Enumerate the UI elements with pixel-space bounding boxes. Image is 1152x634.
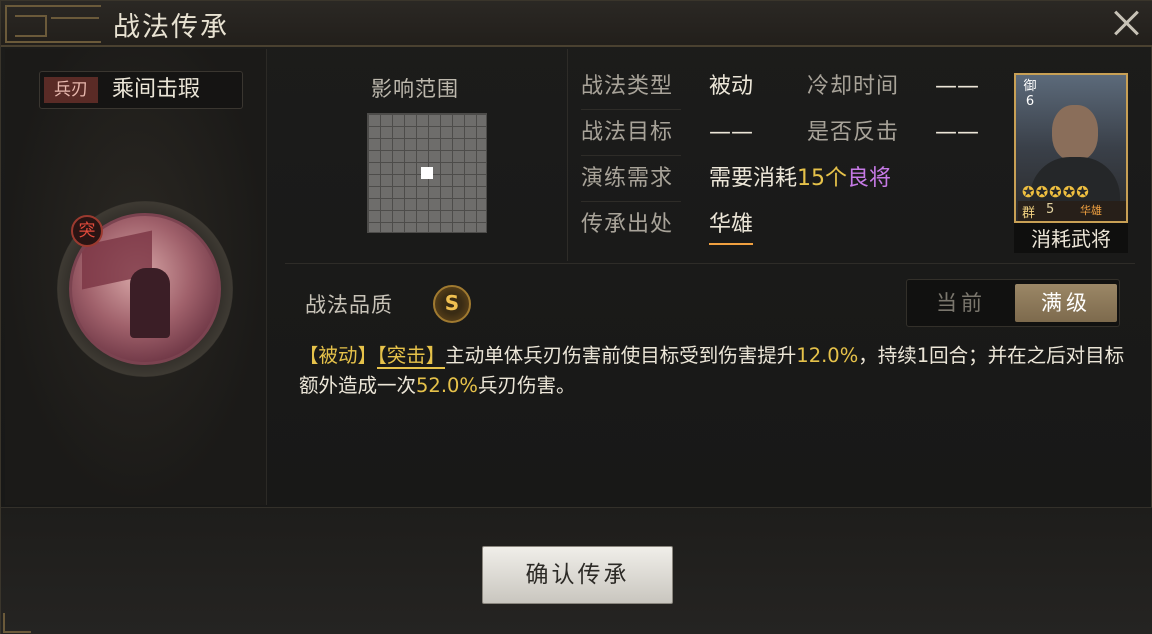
general-name: 华雄 <box>1080 204 1102 217</box>
counter-label: 是否反击 <box>807 120 900 145</box>
corner-ornament-icon <box>3 613 31 633</box>
desc-text: 兵刃伤害。 <box>477 374 576 397</box>
level-toggle: 当前 满级 <box>906 279 1120 327</box>
skill-panel: 兵刃 乘间击瑕 突 <box>5 49 267 505</box>
range-center-cell <box>421 167 433 179</box>
range-title: 影响范围 <box>371 77 459 101</box>
section-divider <box>285 263 1135 264</box>
general-card[interactable]: 御6 ✪✪✪✪✪ 群 5 华雄 消耗武将 <box>1014 73 1128 253</box>
row-divider <box>581 155 681 156</box>
info-row-train: 演练需求 需要消耗15个良将 <box>581 161 1011 197</box>
tab-max-level[interactable]: 满级 <box>1015 284 1117 322</box>
warrior-silhouette-icon <box>130 268 170 338</box>
general-face <box>1052 105 1098 161</box>
divider <box>567 49 568 261</box>
desc-text: 主动单体兵刃伤害前使目标受到伤害提升 <box>445 344 797 367</box>
quality-label: 战法品质 <box>305 293 393 317</box>
type-value: 被动 <box>709 74 754 99</box>
info-row-source: 传承出处 华雄 <box>581 207 1011 245</box>
general-cost: 御6 <box>1023 79 1037 109</box>
cooldown-value: —— <box>935 74 979 99</box>
train-prefix: 需要消耗 <box>709 166 798 191</box>
inherit-dialog: 战法传承 兵刃 乘间击瑕 突 影响范围 战法类型 被动 冷却时间 —— 战法目标… <box>0 0 1152 634</box>
row-divider <box>581 201 681 202</box>
general-caption: 消耗武将 <box>1031 227 1111 251</box>
general-portrait: 御6 ✪✪✪✪✪ 群 5 华雄 <box>1014 73 1128 223</box>
cooldown-label: 冷却时间 <box>807 74 900 99</box>
skill-description: 【被动】【突击】主动单体兵刃伤害前使目标受到伤害提升12.0%，持续1回合；并在… <box>299 341 1135 401</box>
skill-category-badge: 突 <box>71 215 103 247</box>
skill-details: 影响范围 战法类型 被动 冷却时间 —— 战法目标 —— 是否反击 —— 演练需… <box>269 49 1149 505</box>
info-row-target: 战法目标 —— 是否反击 —— <box>581 115 1011 151</box>
row-divider <box>581 109 681 110</box>
train-value: 需要消耗15个良将 <box>709 161 891 197</box>
train-item: 良将 <box>847 166 892 191</box>
close-button[interactable] <box>1111 7 1141 37</box>
target-value: —— <box>709 120 753 145</box>
type-label: 战法类型 <box>581 74 674 99</box>
quality-grade-badge: S <box>433 285 471 323</box>
confirm-inherit-button[interactable]: 确认传承 <box>482 546 673 604</box>
info-row-type: 战法类型 被动 冷却时间 —— <box>581 69 1011 105</box>
source-label: 传承出处 <box>581 212 674 237</box>
general-faction: 群 <box>1022 206 1036 221</box>
skill-name: 乘间击瑕 <box>112 77 201 102</box>
desc-tag-assault[interactable]: 【突击】 <box>377 344 446 369</box>
desc-tag-passive: 【被动】 <box>299 344 378 367</box>
desc-value: 12.0% <box>796 344 859 367</box>
target-label: 战法目标 <box>581 120 674 145</box>
title-ornament-icon <box>5 5 101 43</box>
desc-value: 52.0% <box>416 374 478 397</box>
skill-type-tag: 兵刃 <box>44 77 98 103</box>
source-general-link[interactable]: 华雄 <box>709 207 754 245</box>
general-level: 5 <box>1046 202 1055 217</box>
title-bar: 战法传承 <box>1 1 1152 47</box>
star-rating-icon: ✪✪✪✪✪ <box>1022 183 1090 201</box>
train-label: 演练需求 <box>581 166 674 191</box>
general-info-bar: 群 5 华雄 <box>1018 201 1126 221</box>
tab-current[interactable]: 当前 <box>911 284 1011 322</box>
counter-value: —— <box>935 120 979 145</box>
skill-name-box: 兵刃 乘间击瑕 <box>39 71 243 109</box>
train-count: 15个 <box>797 166 848 191</box>
dialog-title: 战法传承 <box>113 12 229 43</box>
